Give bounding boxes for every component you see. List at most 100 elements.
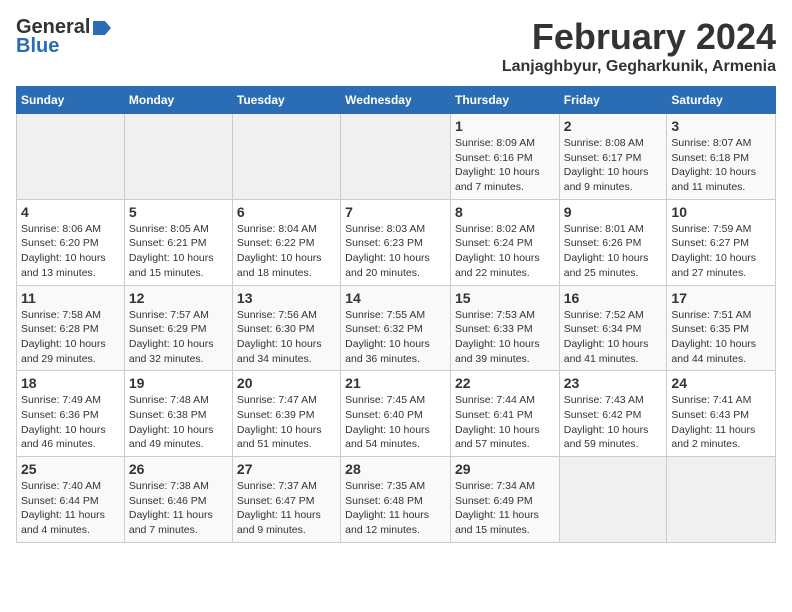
day-number: 26 [129,461,228,477]
calendar-week-row: 11 Sunrise: 7:58 AM Sunset: 6:28 PM Dayli… [17,285,776,371]
day-detail: Sunrise: 8:03 AM Sunset: 6:23 PM Dayligh… [345,222,446,281]
calendar-cell: 18Sunrise: 7:49 AM Sunset: 6:36 PM Dayli… [17,371,125,457]
day-number: 9 [564,204,663,220]
day-number: 21 [345,375,446,391]
calendar-cell: 1 Sunrise: 8:09 AM Sunset: 6:16 PM Daylig… [450,114,559,200]
calendar-cell [667,457,776,543]
calendar-cell: 19 Sunrise: 7:48 AM Sunset: 6:38 PM Dayli… [124,371,232,457]
calendar-cell: 15Sunrise: 7:53 AM Sunset: 6:33 PM Dayli… [450,285,559,371]
day-number: 6 [237,204,336,220]
calendar-cell: 5Sunrise: 8:05 AM Sunset: 6:21 PM Daylig… [124,199,232,285]
day-number: 13 [237,290,336,306]
day-detail: Sunrise: 7:47 AM Sunset: 6:39 PM Dayligh… [237,393,336,452]
day-detail: Sunrise: 7:53 AM Sunset: 6:33 PM Dayligh… [455,308,555,367]
day-detail: Sunrise: 7:58 AM Sunset: 6:28 PM Dayligh… [21,308,120,367]
calendar-cell: 20 Sunrise: 7:47 AM Sunset: 6:39 PM Dayli… [232,371,340,457]
calendar-cell: 10Sunrise: 7:59 AM Sunset: 6:27 PM Dayli… [667,199,776,285]
calendar-cell: 16 Sunrise: 7:52 AM Sunset: 6:34 PM Dayli… [559,285,667,371]
day-of-week-header: Sunday [17,87,125,114]
day-number: 3 [671,118,771,134]
calendar-header-row: SundayMondayTuesdayWednesdayThursdayFrid… [17,87,776,114]
calendar-week-row: 1 Sunrise: 8:09 AM Sunset: 6:16 PM Daylig… [17,114,776,200]
calendar-cell: 13 Sunrise: 7:56 AM Sunset: 6:30 PM Dayli… [232,285,340,371]
day-detail: Sunrise: 7:45 AM Sunset: 6:40 PM Dayligh… [345,393,446,452]
calendar-cell: 3Sunrise: 8:07 AM Sunset: 6:18 PM Daylig… [667,114,776,200]
day-detail: Sunrise: 7:34 AM Sunset: 6:49 PM Dayligh… [455,479,555,538]
day-of-week-header: Monday [124,87,232,114]
day-detail: Sunrise: 7:44 AM Sunset: 6:41 PM Dayligh… [455,393,555,452]
day-detail: Sunrise: 7:37 AM Sunset: 6:47 PM Dayligh… [237,479,336,538]
day-detail: Sunrise: 7:57 AM Sunset: 6:29 PM Dayligh… [129,308,228,367]
logo: General Blue [16,16,114,58]
day-of-week-header: Thursday [450,87,559,114]
day-of-week-header: Friday [559,87,667,114]
calendar-cell [124,114,232,200]
day-number: 23 [564,375,663,391]
day-number: 19 [129,375,228,391]
day-number: 17 [671,290,771,306]
calendar-week-row: 4 Sunrise: 8:06 AM Sunset: 6:20 PM Daylig… [17,199,776,285]
day-number: 11 [21,290,120,306]
calendar-cell: 7 Sunrise: 8:03 AM Sunset: 6:23 PM Daylig… [341,199,451,285]
location-title: Lanjaghbyur, Gegharkunik, Armenia [502,58,776,76]
day-detail: Sunrise: 7:43 AM Sunset: 6:42 PM Dayligh… [564,393,663,452]
page-header: General Blue February 2024 Lanjaghbyur, … [16,16,776,76]
calendar-cell: 8Sunrise: 8:02 AM Sunset: 6:24 PM Daylig… [450,199,559,285]
calendar-cell: 14 Sunrise: 7:55 AM Sunset: 6:32 PM Dayli… [341,285,451,371]
title-section: February 2024 Lanjaghbyur, Gegharkunik, … [502,16,776,76]
day-detail: Sunrise: 7:55 AM Sunset: 6:32 PM Dayligh… [345,308,446,367]
day-of-week-header: Wednesday [341,87,451,114]
logo-icon [91,17,113,39]
day-number: 22 [455,375,555,391]
day-detail: Sunrise: 7:48 AM Sunset: 6:38 PM Dayligh… [129,393,228,452]
day-detail: Sunrise: 8:08 AM Sunset: 6:17 PM Dayligh… [564,136,663,195]
day-number: 7 [345,204,446,220]
day-detail: Sunrise: 7:59 AM Sunset: 6:27 PM Dayligh… [671,222,771,281]
calendar-cell: 28Sunrise: 7:35 AM Sunset: 6:48 PM Dayli… [341,457,451,543]
day-number: 20 [237,375,336,391]
calendar-cell: 29Sunrise: 7:34 AM Sunset: 6:49 PM Dayli… [450,457,559,543]
day-detail: Sunrise: 8:02 AM Sunset: 6:24 PM Dayligh… [455,222,555,281]
day-detail: Sunrise: 7:40 AM Sunset: 6:44 PM Dayligh… [21,479,120,538]
day-detail: Sunrise: 7:49 AM Sunset: 6:36 PM Dayligh… [21,393,120,452]
day-detail: Sunrise: 7:56 AM Sunset: 6:30 PM Dayligh… [237,308,336,367]
day-number: 27 [237,461,336,477]
day-detail: Sunrise: 7:52 AM Sunset: 6:34 PM Dayligh… [564,308,663,367]
day-number: 24 [671,375,771,391]
day-detail: Sunrise: 7:51 AM Sunset: 6:35 PM Dayligh… [671,308,771,367]
calendar-cell: 6 Sunrise: 8:04 AM Sunset: 6:22 PM Daylig… [232,199,340,285]
day-number: 16 [564,290,663,306]
calendar-cell [559,457,667,543]
calendar-cell: 27 Sunrise: 7:37 AM Sunset: 6:47 PM Dayli… [232,457,340,543]
calendar-cell: 11 Sunrise: 7:58 AM Sunset: 6:28 PM Dayli… [17,285,125,371]
day-detail: Sunrise: 8:06 AM Sunset: 6:20 PM Dayligh… [21,222,120,281]
day-number: 1 [455,118,555,134]
day-of-week-header: Saturday [667,87,776,114]
calendar-cell: 9 Sunrise: 8:01 AM Sunset: 6:26 PM Daylig… [559,199,667,285]
day-number: 14 [345,290,446,306]
calendar-week-row: 25Sunrise: 7:40 AM Sunset: 6:44 PM Dayli… [17,457,776,543]
calendar-cell [341,114,451,200]
month-title: February 2024 [502,16,776,58]
day-detail: Sunrise: 8:05 AM Sunset: 6:21 PM Dayligh… [129,222,228,281]
day-detail: Sunrise: 8:01 AM Sunset: 6:26 PM Dayligh… [564,222,663,281]
day-number: 2 [564,118,663,134]
calendar-cell [232,114,340,200]
day-of-week-header: Tuesday [232,87,340,114]
calendar-cell [17,114,125,200]
day-number: 4 [21,204,120,220]
calendar-cell: 17 Sunrise: 7:51 AM Sunset: 6:35 PM Dayli… [667,285,776,371]
day-detail: Sunrise: 8:09 AM Sunset: 6:16 PM Dayligh… [455,136,555,195]
day-number: 28 [345,461,446,477]
calendar-cell: 21 Sunrise: 7:45 AM Sunset: 6:40 PM Dayli… [341,371,451,457]
calendar-cell: 24 Sunrise: 7:41 AM Sunset: 6:43 PM Dayli… [667,371,776,457]
calendar-cell: 2 Sunrise: 8:08 AM Sunset: 6:17 PM Daylig… [559,114,667,200]
day-detail: Sunrise: 7:41 AM Sunset: 6:43 PM Dayligh… [671,393,771,452]
calendar-table: SundayMondayTuesdayWednesdayThursdayFrid… [16,86,776,543]
day-detail: Sunrise: 8:04 AM Sunset: 6:22 PM Dayligh… [237,222,336,281]
calendar-week-row: 18Sunrise: 7:49 AM Sunset: 6:36 PM Dayli… [17,371,776,457]
day-number: 12 [129,290,228,306]
calendar-cell: 22 Sunrise: 7:44 AM Sunset: 6:41 PM Dayli… [450,371,559,457]
calendar-cell: 12 Sunrise: 7:57 AM Sunset: 6:29 PM Dayli… [124,285,232,371]
logo-blue: Blue [16,35,59,58]
